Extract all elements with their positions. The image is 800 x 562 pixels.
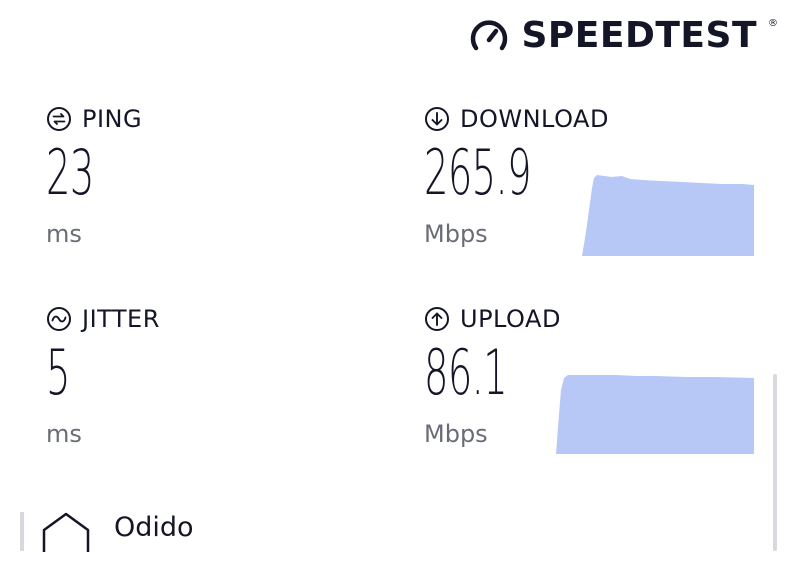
download-speed-graph [582, 175, 754, 256]
provider-name[interactable]: Odido [114, 512, 194, 543]
upload-value: 86.1 [424, 336, 508, 409]
upload-label: UPLOAD [460, 305, 561, 333]
jitter-label: JITTER [82, 305, 160, 333]
scrollbar[interactable] [773, 374, 777, 551]
download-graph-area [582, 175, 754, 256]
download-arrow-icon [425, 107, 449, 131]
ping-arrows-icon [47, 107, 71, 131]
jitter-metric: JITTER 5 ms [46, 304, 160, 448]
registered-mark: ® [768, 18, 778, 29]
ping-unit: ms [46, 220, 82, 248]
upload-graph-area [556, 375, 754, 454]
brand-name: SPEEDTEST [521, 15, 757, 56]
jitter-unit: ms [46, 420, 82, 448]
ping-label: PING [82, 105, 143, 133]
upload-unit: Mbps [424, 420, 488, 448]
download-label: DOWNLOAD [460, 105, 609, 133]
ping-value: 23 [46, 136, 94, 209]
ping-metric: PING 23 ms [46, 104, 142, 248]
provider-divider [20, 512, 24, 551]
house-outline-icon [42, 512, 90, 552]
upload-metric: UPLOAD 86.1 Mbps [424, 304, 561, 448]
jitter-wave-icon [47, 307, 71, 331]
upload-arrow-icon [425, 307, 449, 331]
speedtest-brand: SPEEDTEST ® [467, 14, 778, 58]
speedometer-icon [471, 20, 508, 51]
upload-speed-graph [556, 375, 754, 454]
download-value: 265.9 [424, 136, 532, 209]
jitter-value: 5 [46, 336, 70, 409]
